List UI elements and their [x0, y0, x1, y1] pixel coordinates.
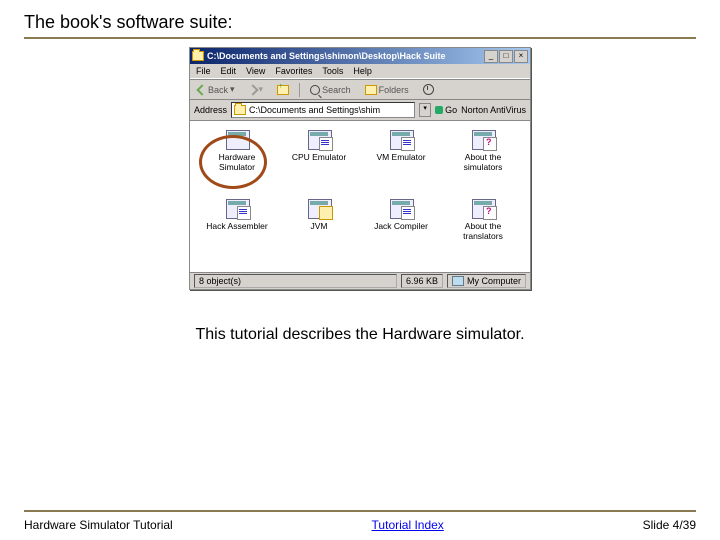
address-dropdown[interactable]: ▾	[419, 103, 431, 117]
up-icon	[277, 85, 289, 95]
chevron-down-icon: ▾	[259, 84, 264, 95]
menu-tools[interactable]: Tools	[322, 66, 343, 76]
computer-icon	[452, 276, 464, 286]
search-label: Search	[322, 85, 351, 95]
history-button[interactable]	[419, 82, 438, 97]
file-label: Hack Assembler	[206, 221, 267, 231]
file-label: Hardware Simulator	[201, 152, 273, 172]
file-jack-compiler[interactable]: Jack Compiler	[365, 197, 437, 231]
file-label: CPU Emulator	[292, 152, 346, 162]
tutorial-index-link[interactable]: Tutorial Index	[372, 518, 444, 532]
separator	[299, 83, 300, 97]
maximize-button[interactable]: □	[499, 50, 513, 63]
menu-file[interactable]: File	[196, 66, 211, 76]
back-label: Back	[208, 85, 228, 95]
menu-favs[interactable]: Favorites	[275, 66, 312, 76]
file-label: VM Emulator	[376, 152, 425, 162]
file-hack-assembler[interactable]: Hack Assembler	[201, 197, 273, 231]
file-pane: Hardware Simulator CPU Emulator VM Emula…	[190, 121, 530, 272]
go-label: Go	[445, 105, 457, 115]
back-button[interactable]: Back ▾	[194, 82, 239, 97]
explorer-window: C:\Documents and Settings\shimon\Desktop…	[189, 47, 531, 290]
up-button[interactable]	[273, 83, 293, 97]
forward-icon	[247, 84, 258, 95]
file-about-simulators[interactable]: About the simulators	[447, 128, 519, 172]
address-input[interactable]: C:\Documents and Settings\shim	[231, 102, 415, 118]
folder-icon	[234, 105, 246, 115]
file-vm-emulator[interactable]: VM Emulator	[365, 128, 437, 162]
address-label: Address	[194, 105, 227, 115]
address-bar: Address C:\Documents and Settings\shim ▾…	[190, 100, 530, 121]
history-icon	[423, 84, 434, 95]
file-jvm[interactable]: JVM	[283, 197, 355, 231]
window-titlebar: C:\Documents and Settings\shimon\Desktop…	[190, 48, 530, 64]
file-about-translators[interactable]: About the translators	[447, 197, 519, 241]
minimize-button[interactable]: _	[484, 50, 498, 63]
file-cpu-emulator[interactable]: CPU Emulator	[283, 128, 355, 162]
status-objects: 8 object(s)	[194, 274, 397, 288]
search-button[interactable]: Search	[306, 83, 355, 97]
forward-button[interactable]: ▾	[245, 82, 268, 97]
file-label: JVM	[311, 221, 328, 231]
footer: Hardware Simulator Tutorial Tutorial Ind…	[24, 510, 696, 532]
folders-label: Folders	[379, 85, 409, 95]
page-title: The book's software suite:	[24, 12, 696, 39]
chevron-down-icon: ▾	[230, 84, 235, 95]
file-label: About the translators	[447, 221, 519, 241]
menu-help[interactable]: Help	[353, 66, 372, 76]
go-icon	[435, 106, 443, 114]
file-label: About the simulators	[447, 152, 519, 172]
file-label: Jack Compiler	[374, 221, 428, 231]
slide-number: Slide 4/39	[643, 518, 696, 532]
search-icon	[310, 85, 320, 95]
footer-left: Hardware Simulator Tutorial	[24, 518, 173, 532]
back-icon	[196, 84, 207, 95]
status-bar: 8 object(s) 6.96 KB My Computer	[190, 272, 530, 289]
file-hardware-simulator[interactable]: Hardware Simulator	[201, 128, 273, 172]
menu-view[interactable]: View	[246, 66, 265, 76]
address-value: C:\Documents and Settings\shim	[249, 105, 380, 115]
caption-text: This tutorial describes the Hardware sim…	[195, 326, 524, 344]
norton-label: Norton AntiVirus	[461, 105, 526, 115]
folders-icon	[365, 85, 377, 95]
window-title-text: C:\Documents and Settings\shimon\Desktop…	[207, 51, 446, 61]
close-button[interactable]: ×	[514, 50, 528, 63]
screenshot: C:\Documents and Settings\shimon\Desktop…	[189, 47, 531, 290]
status-location-text: My Computer	[467, 276, 521, 286]
menubar: File Edit View Favorites Tools Help	[190, 64, 530, 79]
folder-icon	[192, 51, 204, 61]
toolbar: Back ▾ ▾ Search	[190, 79, 530, 100]
folders-button[interactable]: Folders	[361, 83, 413, 97]
status-location: My Computer	[447, 274, 526, 288]
status-size: 6.96 KB	[401, 274, 443, 288]
go-button[interactable]: Go	[435, 105, 457, 115]
menu-edit[interactable]: Edit	[221, 66, 237, 76]
